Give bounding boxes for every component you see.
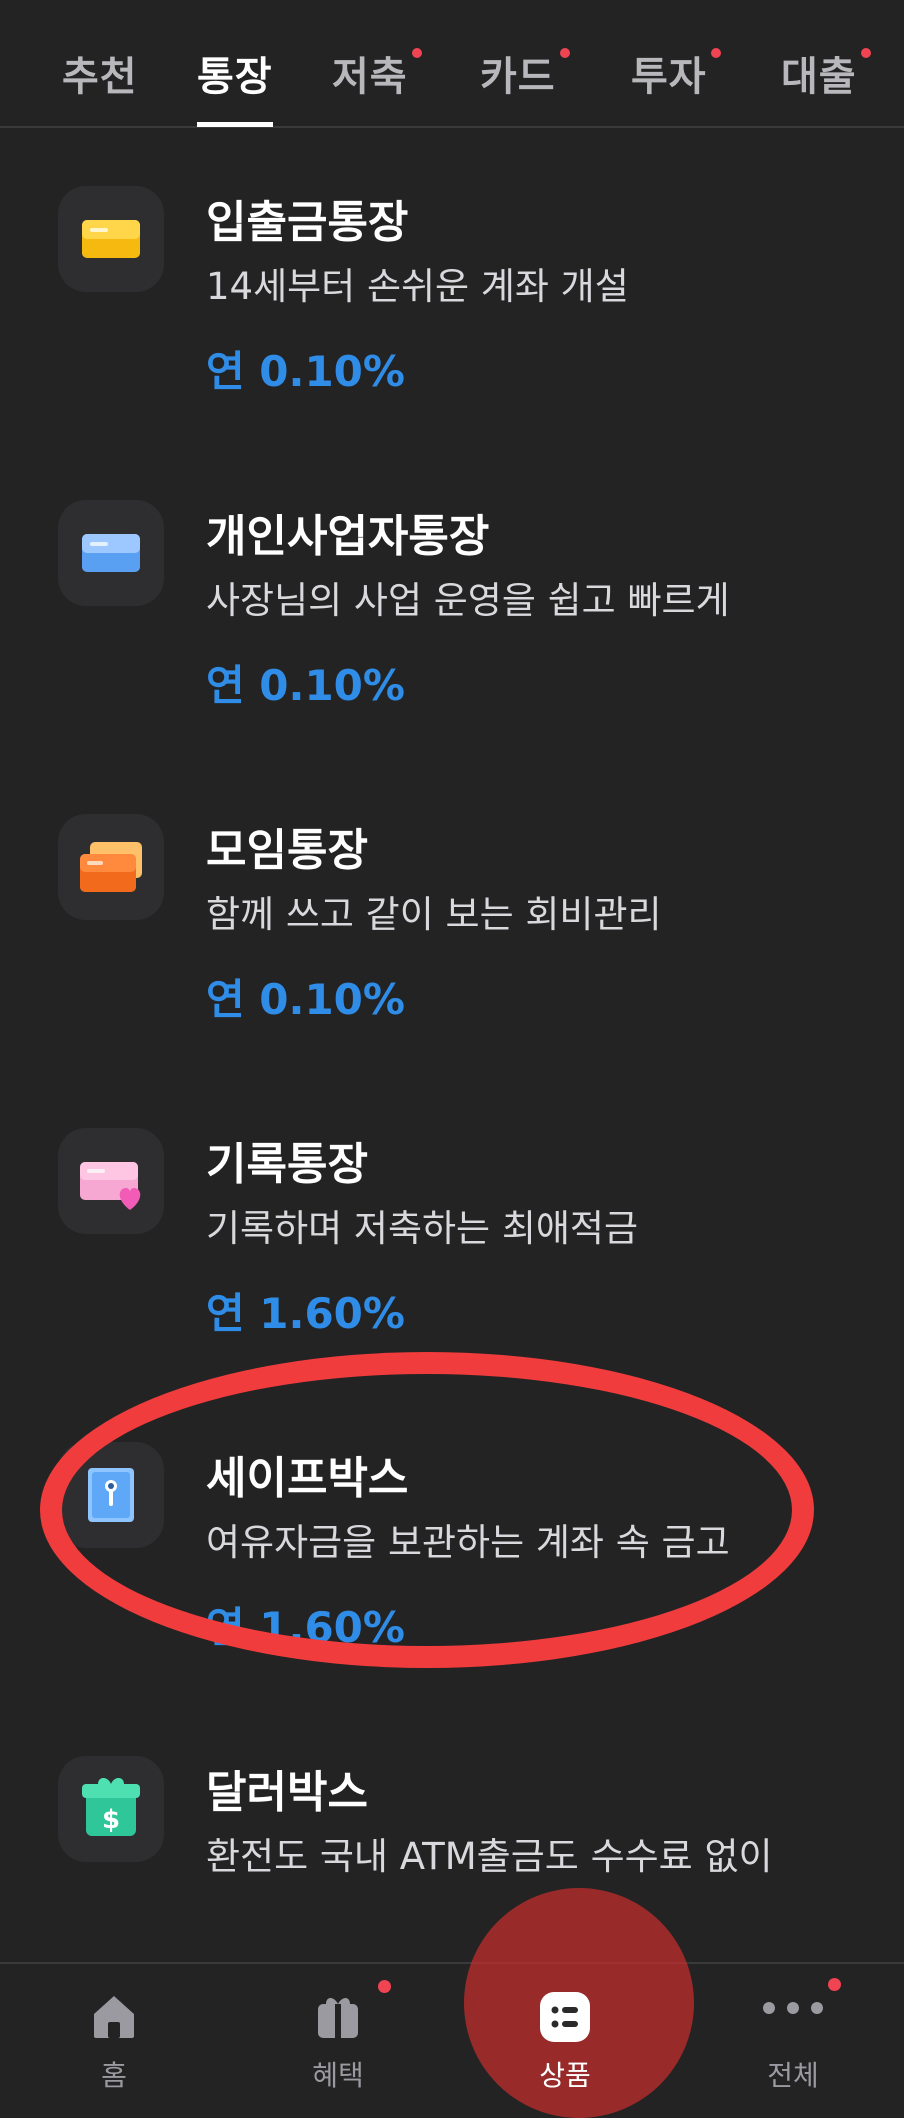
- notification-dot: [860, 48, 871, 58]
- product-rate: 연 1.60%: [206, 1289, 405, 1338]
- product-title: 입출금통장: [206, 197, 409, 248]
- category-tab-bar: 추천 통장 저축 카드 투자 대출: [0, 0, 904, 128]
- tab-label: 카드: [480, 54, 556, 100]
- heart-card-icon: [58, 1128, 164, 1234]
- product-rate: 연 1.60%: [206, 1603, 405, 1652]
- gift-icon: [312, 1990, 364, 2046]
- product-title: 기록통장: [206, 1139, 368, 1190]
- nav-benefits[interactable]: 혜택: [258, 1962, 418, 2104]
- product-description: 사장님의 사업 운영을 쉽고 빠르게: [206, 579, 730, 622]
- blue-card-icon: [58, 500, 164, 606]
- product-list-icon: [538, 1990, 592, 2048]
- product-description: 14세부터 손쉬운 계좌 개설: [206, 265, 629, 308]
- tab-invest[interactable]: 투자: [631, 44, 721, 104]
- more-dots-icon: [761, 2000, 825, 2019]
- nav-home[interactable]: 홈: [34, 1962, 194, 2104]
- nav-label: 전체: [767, 2059, 819, 2092]
- product-item-group-account[interactable]: 모임통장 함께 쓰고 같이 보는 회비관리 연 0.10%: [0, 814, 904, 1054]
- tab-loans[interactable]: 대출: [781, 44, 871, 104]
- yellow-card-icon: [58, 186, 164, 292]
- product-rate: 연 0.10%: [206, 975, 405, 1024]
- notification-dot: [411, 48, 422, 58]
- nav-more[interactable]: 전체: [713, 1962, 873, 2104]
- safe-box-icon: [58, 1442, 164, 1548]
- tab-cards[interactable]: 카드: [480, 44, 570, 104]
- product-rate: 연 0.10%: [206, 347, 405, 396]
- svg-text:$: $: [102, 1805, 120, 1835]
- nav-products[interactable]: 상품: [485, 1962, 645, 2104]
- nav-label: 혜택: [312, 2059, 364, 2092]
- product-description: 함께 쓰고 같이 보는 회비관리: [206, 893, 662, 936]
- product-item-deposit-account[interactable]: 입출금통장 14세부터 손쉬운 계좌 개설 연 0.10%: [0, 186, 904, 426]
- notification-dot: [828, 1978, 841, 1991]
- nav-label: 홈: [101, 2059, 127, 2092]
- tab-accounts[interactable]: 통장: [197, 44, 273, 127]
- product-title: 모임통장: [206, 825, 368, 876]
- product-item-dollar-box[interactable]: $ 달러박스 환전도 국내 ATM출금도 수수료 없이: [0, 1756, 904, 1956]
- dollar-gift-icon: $: [58, 1756, 164, 1862]
- product-title: 개인사업자통장: [206, 511, 490, 562]
- tab-label: 추천: [62, 54, 138, 100]
- tab-label: 통장: [197, 54, 273, 100]
- notification-dot: [559, 48, 570, 58]
- tab-label: 투자: [631, 54, 707, 100]
- product-title: 달러박스: [206, 1767, 368, 1818]
- product-item-record-account[interactable]: 기록통장 기록하며 저축하는 최애적금 연 1.60%: [0, 1128, 904, 1368]
- product-description: 여유자금을 보관하는 계좌 속 금고: [206, 1521, 730, 1564]
- tab-label: 대출: [781, 54, 857, 100]
- product-item-business-account[interactable]: 개인사업자통장 사장님의 사업 운영을 쉽고 빠르게 연 0.10%: [0, 500, 904, 740]
- product-description: 기록하며 저축하는 최애적금: [206, 1207, 639, 1250]
- product-title: 세이프박스: [206, 1453, 409, 1504]
- home-icon: [88, 1990, 140, 2046]
- stacked-cards-icon: [58, 814, 164, 920]
- active-tab-indicator: [197, 122, 273, 127]
- notification-dot: [378, 1980, 391, 1993]
- product-rate: 연 0.10%: [206, 661, 405, 710]
- product-description: 환전도 국내 ATM출금도 수수료 없이: [206, 1835, 773, 1878]
- product-item-safe-box[interactable]: 세이프박스 여유자금을 보관하는 계좌 속 금고 연 1.60%: [0, 1442, 904, 1682]
- tab-savings[interactable]: 저축: [332, 44, 422, 104]
- tab-label: 저축: [332, 54, 408, 100]
- nav-label: 상품: [539, 2059, 591, 2092]
- notification-dot: [710, 48, 721, 58]
- tab-recommend[interactable]: 추천: [62, 44, 138, 104]
